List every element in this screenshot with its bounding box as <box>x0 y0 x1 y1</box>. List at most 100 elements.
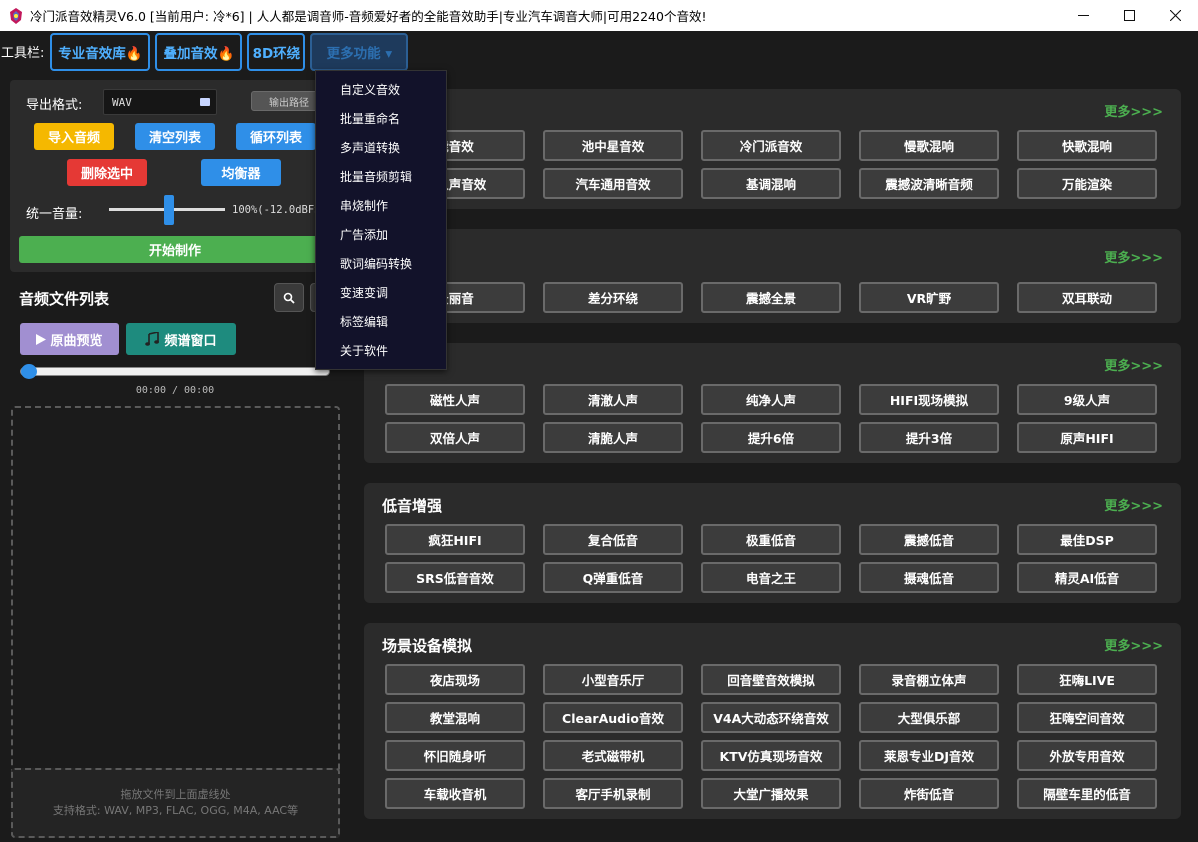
overlay-effect-button[interactable]: 叠加音效🔥 <box>155 32 243 71</box>
effect-button[interactable]: 狂嗨LIVE <box>1017 664 1157 695</box>
minimize-button[interactable] <box>1060 0 1106 31</box>
search-button[interactable] <box>274 283 304 312</box>
section-title: 场景设备模拟 <box>382 637 473 655</box>
effect-button[interactable]: 小型音乐厅 <box>543 664 683 695</box>
volume-slider-thumb[interactable] <box>164 195 174 225</box>
effect-section-vocal: 更多>>> 磁性人声 清澈人声 纯净人声 HIFI现场模拟 9级人声 双倍人声 … <box>364 343 1181 463</box>
more-link[interactable]: 更多>>> <box>1104 101 1163 120</box>
search-icon <box>283 292 295 304</box>
effect-button[interactable]: 最佳DSP <box>1017 524 1157 555</box>
effect-button[interactable]: SRS低音音效 <box>385 562 525 593</box>
more-link[interactable]: 更多>>> <box>1104 495 1163 514</box>
effect-button[interactable]: 狂嗨空间音效 <box>1017 702 1157 733</box>
effect-button[interactable]: 电音之王 <box>701 562 841 593</box>
effect-button[interactable]: 极重低音 <box>701 524 841 555</box>
minimize-icon <box>1077 15 1089 16</box>
menu-item-tag-edit[interactable]: 标签编辑 <box>316 307 446 336</box>
drop-hint-text: 拖放文件到上面虚线处 <box>120 788 231 801</box>
effect-button[interactable]: 夜店现场 <box>385 664 525 695</box>
menu-item-medley[interactable]: 串烧制作 <box>316 191 446 220</box>
effect-button[interactable]: 差分环绕 <box>543 282 683 313</box>
menu-item-ad-insert[interactable]: 广告添加 <box>316 220 446 249</box>
equalizer-button[interactable]: 均衡器 <box>201 159 281 186</box>
export-panel: 导出格式: WAV 输出路径 导入音频 清空列表 循环列表 删除选中 均衡器 统… <box>10 80 340 272</box>
playback-progress-track[interactable] <box>20 367 330 376</box>
effect-button[interactable]: Q弹重低音 <box>543 562 683 593</box>
dropdown-arrow-icon <box>200 98 210 106</box>
export-format-value: WAV <box>112 95 132 109</box>
effect-button[interactable]: 基调混响 <box>701 168 841 199</box>
toolbar-label: 工具栏: <box>1 46 45 61</box>
effect-button[interactable]: 客厅手机录制 <box>543 778 683 809</box>
effect-button[interactable]: 9级人声 <box>1017 384 1157 415</box>
effect-button[interactable]: 大型俱乐部 <box>859 702 999 733</box>
menu-item-speed-pitch[interactable]: 变速变调 <box>316 278 446 307</box>
effect-button[interactable]: 回音壁音效模拟 <box>701 664 841 695</box>
effect-button[interactable]: 教堂混响 <box>385 702 525 733</box>
file-list-title: 音频文件列表 <box>19 290 110 308</box>
effect-button[interactable]: 万能渲染 <box>1017 168 1157 199</box>
effect-button[interactable]: 原声HIFI <box>1017 422 1157 453</box>
effect-button[interactable]: 汽车通用音效 <box>543 168 683 199</box>
effect-button[interactable]: 提升3倍 <box>859 422 999 453</box>
8d-surround-button[interactable]: 8D环绕 <box>247 32 306 71</box>
effect-button[interactable]: 莱恩专业DJ音效 <box>859 740 999 771</box>
spectrum-window-button[interactable]: 频谱窗口 <box>126 323 236 355</box>
effect-button[interactable]: 大堂广播效果 <box>701 778 841 809</box>
effect-button[interactable]: 车载收音机 <box>385 778 525 809</box>
more-functions-button[interactable]: 更多功能 ▾ <box>310 32 409 71</box>
menu-item-lyrics-encoding[interactable]: 歌词编码转换 <box>316 249 446 278</box>
close-button[interactable] <box>1152 0 1198 31</box>
effect-button[interactable]: 复合低音 <box>543 524 683 555</box>
effect-button[interactable]: 快歌混响 <box>1017 130 1157 161</box>
maximize-button[interactable] <box>1106 0 1152 31</box>
effect-button[interactable]: 池中星音效 <box>543 130 683 161</box>
effect-button[interactable]: 慢歌混响 <box>859 130 999 161</box>
effect-button[interactable]: 震撼低音 <box>859 524 999 555</box>
original-preview-button[interactable]: 原曲预览 <box>20 323 119 355</box>
clear-list-button[interactable]: 清空列表 <box>135 123 215 150</box>
effect-button[interactable]: 怀旧随身听 <box>385 740 525 771</box>
menu-item-about[interactable]: 关于软件 <box>316 336 446 365</box>
effect-button[interactable]: HIFI现场模拟 <box>859 384 999 415</box>
menu-item-custom-effect[interactable]: 自定义音效 <box>316 75 446 104</box>
effect-button[interactable]: 隔壁车里的低音 <box>1017 778 1157 809</box>
effect-button[interactable]: 纯净人声 <box>701 384 841 415</box>
effect-button[interactable]: 外放专用音效 <box>1017 740 1157 771</box>
effect-button[interactable]: 磁性人声 <box>385 384 525 415</box>
effect-button[interactable]: 疯狂HIFI <box>385 524 525 555</box>
effect-button[interactable]: 震撼波清晰音频 <box>859 168 999 199</box>
effect-button[interactable]: 精灵AI低音 <box>1017 562 1157 593</box>
effect-button[interactable]: ClearAudio音效 <box>543 702 683 733</box>
pro-sound-library-button[interactable]: 专业音效库🔥 <box>50 32 151 71</box>
more-link[interactable]: 更多>>> <box>1104 635 1163 654</box>
export-format-select[interactable]: WAV <box>103 89 217 115</box>
effect-button[interactable]: 清澈人声 <box>543 384 683 415</box>
effect-button[interactable]: 震撼全景 <box>701 282 841 313</box>
start-production-button[interactable]: 开始制作 <box>19 236 331 263</box>
effect-button[interactable]: 老式磁带机 <box>543 740 683 771</box>
effect-button[interactable]: 炸街低音 <box>859 778 999 809</box>
effect-button[interactable]: V4A大动态环绕音效 <box>701 702 841 733</box>
volume-value: 100%(-12.0dBFS <box>232 204 321 216</box>
menu-item-batch-clip[interactable]: 批量音频剪辑 <box>316 162 446 191</box>
playback-progress-knob[interactable] <box>21 364 37 379</box>
delete-selected-button[interactable]: 删除选中 <box>67 159 147 186</box>
more-link[interactable]: 更多>>> <box>1104 247 1163 266</box>
play-icon <box>36 333 47 345</box>
effect-button[interactable]: 提升6倍 <box>701 422 841 453</box>
effect-button[interactable]: 摄魂低音 <box>859 562 999 593</box>
menu-item-multichannel-convert[interactable]: 多声道转换 <box>316 133 446 162</box>
effect-button[interactable]: KTV仿真现场音效 <box>701 740 841 771</box>
effect-button[interactable]: 双耳联动 <box>1017 282 1157 313</box>
effect-button[interactable]: 冷门派音效 <box>701 130 841 161</box>
menu-item-batch-rename[interactable]: 批量重命名 <box>316 104 446 133</box>
effect-button[interactable]: 双倍人声 <box>385 422 525 453</box>
import-audio-button[interactable]: 导入音频 <box>34 123 114 150</box>
more-link[interactable]: 更多>>> <box>1104 355 1163 374</box>
effect-button[interactable]: VR旷野 <box>859 282 999 313</box>
toolbar: 工具栏: 专业音效库🔥 叠加音效🔥 8D环绕 更多功能 ▾ <box>0 31 1198 72</box>
loop-list-button[interactable]: 循环列表 <box>236 123 316 150</box>
effect-button[interactable]: 录音棚立体声 <box>859 664 999 695</box>
effect-button[interactable]: 清脆人声 <box>543 422 683 453</box>
